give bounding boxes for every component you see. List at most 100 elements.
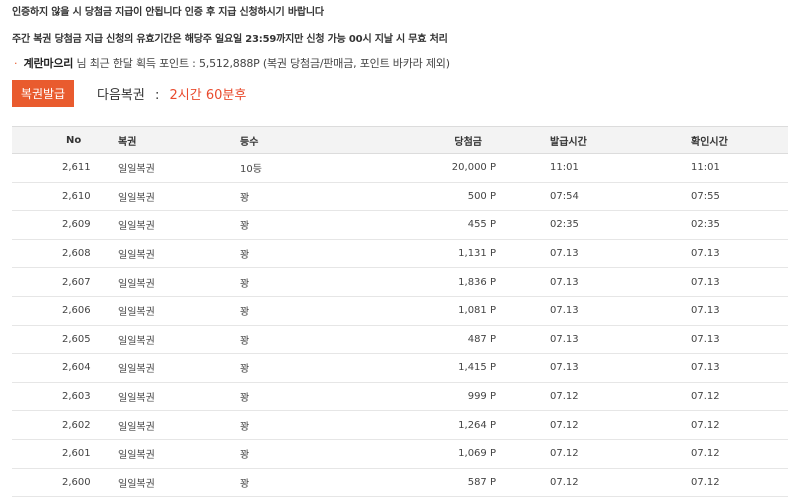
table-row: 2,610 일일복권 꽝 500 P 07:54 07:55: [12, 182, 788, 211]
points-text: 님 최근 한달 획득 포인트 : 5,512,888P (복권 당첨금/판매금,…: [76, 57, 450, 70]
row-lottery-name: 일일복권: [118, 393, 155, 405]
verification-notice: 인증하지 않을 시 당첨금 지급이 안됩니다 인증 후 지급 신청하시기 바랍니…: [12, 7, 324, 18]
next-lottery-remaining: 2시간 60분후: [169, 88, 247, 103]
table-header-row: No 복권 등수 당첨금 발급시간 확인시간: [12, 126, 788, 154]
table-row: 2,601 일일복권 꽝 1,069 P 07.12 07.12: [12, 439, 788, 469]
row-checked-time: 07.13: [691, 248, 720, 260]
table-row: 2,603 일일복권 꽝 999 P 07.12 07.12: [12, 382, 788, 411]
row-grade: 10등: [240, 164, 262, 176]
row-no: 2,611: [62, 162, 91, 174]
row-no: 2,605: [62, 333, 91, 345]
row-grade: 꽝: [240, 450, 250, 462]
header-checked-time: 확인시간: [691, 136, 728, 148]
row-lottery-name: 일일복권: [118, 335, 155, 347]
row-issued-time: 07.12: [550, 476, 579, 488]
row-issued-time: 07:54: [550, 190, 579, 202]
next-lottery-timer: 다음복권 : 2시간 60분후: [97, 84, 246, 103]
row-no: 2,610: [62, 190, 91, 202]
row-issued-time: 07.12: [550, 391, 579, 403]
row-checked-time: 07.12: [691, 448, 720, 460]
row-lottery-name: 일일복권: [118, 478, 155, 490]
validity-notice: 주간 복권 당첨금 지급 신청의 유효기간은 해당주 일요일 23:59까지만 …: [12, 34, 448, 45]
row-checked-time: 07:55: [691, 190, 720, 202]
row-grade: 꽝: [240, 421, 250, 433]
next-lottery-separator: :: [154, 88, 160, 103]
table-row: 2,608 일일복권 꽝 1,131 P 07.13 07.13: [12, 239, 788, 268]
row-amount: 455 P: [467, 219, 496, 231]
row-amount: 1,069 P: [458, 448, 496, 460]
row-checked-time: 07.13: [691, 362, 720, 374]
row-no: 2,600: [62, 476, 91, 488]
row-lottery-name: 일일복권: [118, 278, 155, 290]
header-grade: 등수: [240, 136, 259, 148]
lottery-page: 인증하지 않을 시 당첨금 지급이 안됩니다 인증 후 지급 신청하시기 바랍니…: [0, 0, 800, 497]
row-no: 2,604: [62, 362, 91, 374]
table-row: 2,607 일일복권 꽝 1,836 P 07.13 07.13: [12, 268, 788, 297]
row-amount: 1,415 P: [458, 362, 496, 374]
row-checked-time: 07.13: [691, 276, 720, 288]
row-no: 2,608: [62, 248, 91, 260]
row-grade: 꽝: [240, 307, 250, 319]
row-checked-time: 07.12: [691, 419, 720, 431]
row-issued-time: 07.13: [550, 362, 579, 374]
row-grade: 꽝: [240, 221, 250, 233]
row-lottery-name: 일일복권: [118, 450, 155, 462]
row-lottery-name: 일일복권: [118, 164, 155, 176]
table-row: 2,611 일일복권 10등 20,000 P 11:01 11:01: [12, 154, 788, 183]
table-row: 2,606 일일복권 꽝 1,081 P 07.13 07.13: [12, 296, 788, 326]
row-amount: 20,000 P: [451, 162, 496, 174]
row-no: 2,603: [62, 391, 91, 403]
table-row: 2,602 일일복권 꽝 1,264 P 07.12 07.12: [12, 411, 788, 440]
row-checked-time: 07.12: [691, 476, 720, 488]
header-lottery: 복권: [118, 136, 137, 148]
header-no: No: [66, 134, 82, 146]
monthly-points-summary: · 계란마으리 님 최근 한달 획득 포인트 : 5,512,888P (복권 …: [14, 55, 450, 71]
bullet-icon: ·: [14, 57, 18, 70]
header-issued-time: 발급시간: [550, 136, 587, 148]
row-issued-time: 07.12: [550, 448, 579, 460]
table-row: 2,609 일일복권 꽝 455 P 02:35 02:35: [12, 211, 788, 240]
row-issued-time: 07.13: [550, 305, 579, 317]
row-checked-time: 02:35: [691, 219, 720, 231]
row-amount: 1,081 P: [458, 305, 496, 317]
row-no: 2,606: [62, 305, 91, 317]
row-amount: 1,131 P: [458, 248, 496, 260]
row-lottery-name: 일일복권: [118, 192, 155, 204]
row-grade: 꽝: [240, 364, 250, 376]
row-no: 2,602: [62, 419, 91, 431]
issue-lottery-button[interactable]: 복권발급: [12, 80, 74, 107]
username: 계란마으리: [23, 57, 74, 70]
row-checked-time: 07.13: [691, 333, 720, 345]
row-grade: 꽝: [240, 335, 250, 347]
row-lottery-name: 일일복권: [118, 421, 155, 433]
row-amount: 487 P: [467, 333, 496, 345]
row-issued-time: 07.13: [550, 248, 579, 260]
row-lottery-name: 일일복권: [118, 221, 155, 233]
row-lottery-name: 일일복권: [118, 250, 155, 262]
table-row: 2,605 일일복권 꽝 487 P 07.13 07.13: [12, 325, 788, 354]
row-amount: 1,836 P: [458, 276, 496, 288]
row-amount: 999 P: [467, 391, 496, 403]
row-grade: 꽝: [240, 250, 250, 262]
row-no: 2,607: [62, 276, 91, 288]
row-checked-time: 11:01: [691, 162, 720, 174]
row-issued-time: 07.13: [550, 333, 579, 345]
row-issued-time: 07.13: [550, 276, 579, 288]
header-amount: 당첨금: [454, 136, 482, 148]
row-lottery-name: 일일복권: [118, 307, 155, 319]
next-lottery-label: 다음복권: [97, 88, 145, 103]
row-lottery-name: 일일복권: [118, 364, 155, 376]
row-amount: 1,264 P: [458, 419, 496, 431]
row-checked-time: 07.12: [691, 391, 720, 403]
row-grade: 꽝: [240, 393, 250, 405]
row-grade: 꽝: [240, 192, 250, 204]
table-row: 2,604 일일복권 꽝 1,415 P 07.13 07.13: [12, 354, 788, 383]
row-checked-time: 07.13: [691, 305, 720, 317]
row-amount: 587 P: [467, 476, 496, 488]
row-grade: 꽝: [240, 278, 250, 290]
row-grade: 꽝: [240, 478, 250, 490]
row-no: 2,601: [62, 448, 91, 460]
row-issued-time: 11:01: [550, 162, 579, 174]
table-row: 2,600 일일복권 꽝 587 P 07.12 07.12: [12, 468, 788, 497]
lottery-history-table: No 복권 등수 당첨금 발급시간 확인시간 2,611 일일복권 10등 20,00…: [12, 126, 788, 497]
